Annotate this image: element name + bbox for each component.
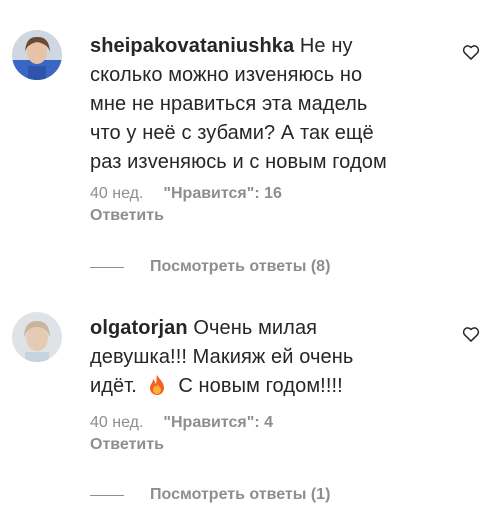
comment-text: sheipakovataniushka Не ну сколько можно … [90, 32, 445, 177]
avatar[interactable] [12, 30, 62, 80]
reply-button[interactable]: Ответить [90, 434, 164, 456]
timestamp: 40 нед. [90, 185, 144, 202]
divider-line [90, 266, 124, 268]
comment-line: Не ну [299, 35, 353, 57]
comment-line: раз изveняюсь и с новым годом [90, 151, 387, 173]
comment-text: olgatorjan Очень милая девушка!!! Макияж… [90, 314, 445, 401]
comment-line: девушка!!! Макияж ей очень [90, 346, 354, 368]
divider-line [90, 494, 124, 496]
view-replies-button[interactable]: Посмотреть ответы (1) [90, 484, 330, 506]
comment-line: идёт. [90, 375, 137, 397]
reply-button[interactable]: Ответить [90, 205, 164, 227]
fire-icon [147, 374, 167, 396]
avatar[interactable] [12, 312, 62, 362]
comment-line: Очень милая [193, 317, 318, 339]
comment-line: сколько можно изveняюсь но [90, 64, 363, 86]
username-link[interactable]: olgatorjan [90, 317, 188, 339]
username-link[interactable]: sheipakovataniushka [90, 35, 294, 57]
likes-count[interactable]: "Нравится": 4 [163, 414, 273, 431]
comment-meta: 40 нед. "Нравится": 16 [90, 183, 282, 205]
comment-line: что у неё с зубами? А так ещё [90, 122, 374, 144]
comment-meta: 40 нед. "Нравится": 4 [90, 412, 273, 434]
view-replies-label: Посмотреть ответы (1) [150, 486, 331, 503]
comment-line: С новым годом!!!! [178, 375, 343, 397]
timestamp: 40 нед. [90, 414, 144, 431]
comment-line: мне не нравиться эта мадель [90, 93, 368, 115]
view-replies-label: Посмотреть ответы (8) [150, 258, 331, 275]
heart-outline-icon[interactable] [461, 42, 481, 62]
heart-outline-icon[interactable] [461, 324, 481, 344]
view-replies-button[interactable]: Посмотреть ответы (8) [90, 256, 330, 278]
likes-count[interactable]: "Нравится": 16 [163, 185, 282, 202]
